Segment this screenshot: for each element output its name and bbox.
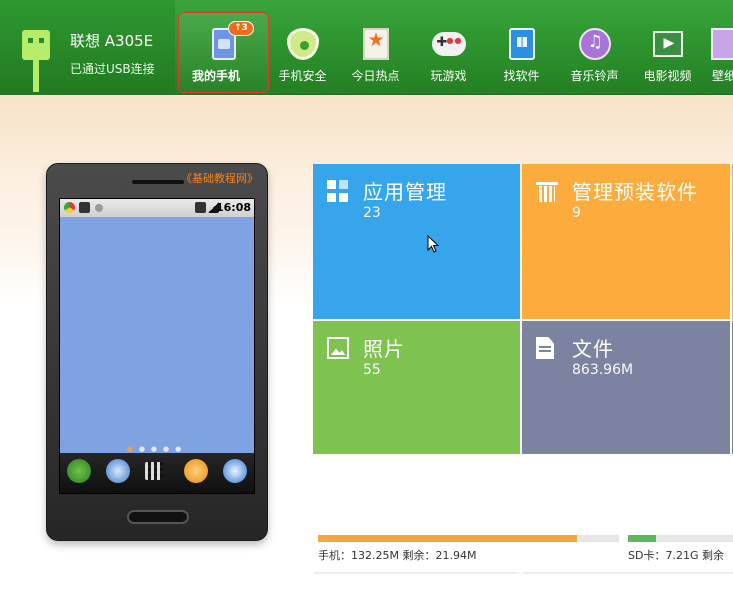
wallpaper-icon <box>711 28 733 60</box>
phone-status-bar: 16:08 <box>60 199 254 217</box>
main-nav: ↑3 我的手机 手机安全 今日热点 玩游戏 找软件 音乐铃声 电影视频 <box>178 0 733 95</box>
nav-movies-videos[interactable]: 电影视频 <box>631 0 704 95</box>
watermark-text: 《基础教程网》 <box>181 172 258 185</box>
tile-preinstalled-software[interactable]: 管理预装软件 9 <box>522 164 730 319</box>
nav-my-phone[interactable]: ↑3 我的手机 <box>178 0 269 95</box>
phone-call-icon <box>67 459 91 483</box>
nav-wallpaper[interactable]: 壁纸 <box>704 0 733 95</box>
tile-title: 管理预装软件 <box>572 180 698 204</box>
sd-storage-label: SD卡：7.21G 剩余 <box>628 549 724 562</box>
phone-preview: 16:08 ●●●●● <box>46 163 268 541</box>
file-icon <box>536 337 554 359</box>
trash-icon <box>536 180 558 202</box>
tile-app-management[interactable]: 应用管理 23 <box>313 164 520 319</box>
phone-storage: 手机：132.25M 剩余：21.94M <box>314 535 733 575</box>
phone-screen[interactable]: 16:08 ●●●●● <box>59 198 255 494</box>
browser-icon <box>64 202 75 213</box>
nav-label: 今日热点 <box>351 69 400 83</box>
nav-music-ringtones[interactable]: 音乐铃声 <box>558 0 631 95</box>
usb-icon <box>22 30 50 92</box>
phone-clock: 16:08 <box>215 201 251 214</box>
music-icon <box>578 28 611 60</box>
tile-count: 9 <box>572 205 581 221</box>
nav-find-software[interactable]: 找软件 <box>485 0 558 95</box>
tile-photos[interactable]: 照片 55 <box>313 321 520 454</box>
top-bar: 联想 A305E 已通过USB连接 ↑3 我的手机 手机安全 今日热点 玩游戏 … <box>0 0 733 95</box>
debug-status-icon <box>95 204 103 212</box>
phone-dock <box>60 453 254 493</box>
sd-storage-bar <box>628 535 733 542</box>
usb-status-icon <box>79 202 90 213</box>
phone-storage-label: 手机：132.25M 剩余：21.94M <box>318 549 477 562</box>
device-connection-status: 已通过USB连接 <box>70 62 155 76</box>
tile-title: 照片 <box>363 337 405 361</box>
phone-home-button <box>127 510 189 524</box>
tile-title: 文件 <box>572 337 614 361</box>
phone-storage-fill <box>318 535 577 542</box>
photo-icon <box>327 337 349 359</box>
phone-storage-bar <box>318 535 619 542</box>
tile-count: 55 <box>363 362 381 378</box>
nav-label: 玩游戏 <box>430 69 467 83</box>
nav-label: 手机安全 <box>278 69 327 83</box>
mouse-cursor-icon <box>427 235 439 253</box>
device-info: 联想 A305E 已通过USB连接 <box>0 0 175 95</box>
nav-label: 音乐铃声 <box>570 69 619 83</box>
contacts-icon <box>106 459 130 483</box>
sd-storage: SD卡：7.21G 剩余 <box>628 535 733 575</box>
phone-wallpaper: ●●●●● <box>60 217 254 453</box>
tile-title: 应用管理 <box>363 180 447 204</box>
app-store-icon <box>508 28 535 60</box>
tile-count: 23 <box>363 205 381 221</box>
nav-label: 壁纸 <box>712 69 733 83</box>
phone-speaker <box>132 180 184 184</box>
tile-files[interactable]: 文件 863.96M <box>522 321 730 454</box>
gamepad-icon <box>431 32 466 56</box>
photo-status-icon <box>195 202 206 213</box>
app-drawer-icon <box>145 462 163 480</box>
messaging-icon <box>184 459 208 483</box>
movie-icon <box>652 31 683 57</box>
browser-icon <box>223 459 247 483</box>
nav-today-hot[interactable]: 今日热点 <box>339 0 412 95</box>
nav-label: 我的手机 <box>191 69 240 83</box>
feature-tiles: 应用管理 23 管理预装软件 9 照片 55 文件 863.96M <box>313 164 733 456</box>
nav-label: 电影视频 <box>643 69 692 83</box>
update-badge: ↑3 <box>228 21 254 36</box>
nav-phone-security[interactable]: 手机安全 <box>266 0 339 95</box>
nav-games[interactable]: 玩游戏 <box>412 0 485 95</box>
page-indicator: ●●●●● <box>126 445 188 453</box>
divider <box>314 572 519 574</box>
shield-icon <box>286 28 319 60</box>
app-grid-icon <box>327 180 349 202</box>
hot-star-icon <box>362 28 389 60</box>
sd-storage-fill <box>628 535 657 542</box>
nav-label: 找软件 <box>503 69 540 83</box>
device-name: 联想 A305E <box>70 32 154 50</box>
tile-count: 863.96M <box>572 362 634 378</box>
